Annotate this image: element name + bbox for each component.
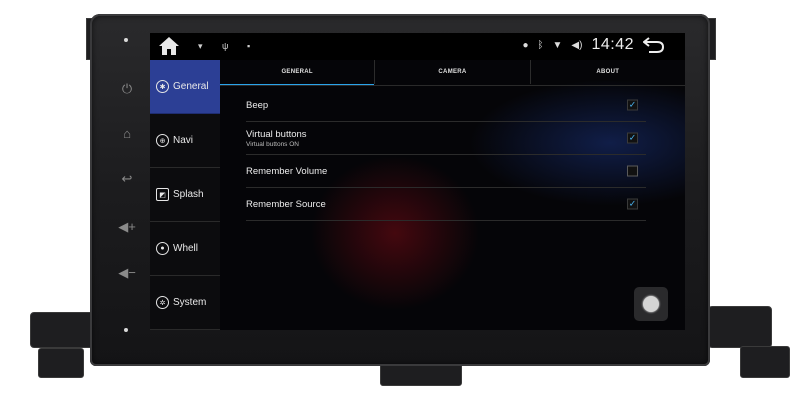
tab-bar: GENERAL CAMERA ABOUT	[220, 60, 685, 86]
assist-dot-icon	[643, 296, 659, 312]
setting-label: Remember Volume	[246, 165, 328, 177]
setting-sublabel: Virtual buttons ON	[246, 140, 299, 148]
sidebar: ✱ General ⊕ Navi ◩ Splash ● Whell ✲ Syst…	[150, 60, 220, 330]
indicator-dot	[124, 38, 128, 42]
sidebar-item-label: Splash	[173, 189, 204, 200]
setting-row-remember-volume[interactable]: Remember Volume	[246, 155, 646, 188]
power-button[interactable]: ⏻	[112, 74, 142, 104]
back-icon[interactable]	[643, 36, 665, 54]
volume-down-button[interactable]: ◀−	[112, 258, 142, 288]
sidebar-item-label: General	[173, 81, 209, 92]
image-icon: ◩	[156, 188, 169, 201]
setting-label: Beep	[246, 99, 269, 111]
sidebar-item-label: Whell	[173, 243, 199, 254]
bluetooth-icon: ᛒ	[537, 39, 544, 51]
gear-icon: ✱	[156, 80, 169, 93]
location-icon: ●	[522, 39, 529, 51]
screen: ▾ ψ ▪ ● ᛒ ▼ ◀) 14:42 ✱ General ⊕ Navi ◩ …	[150, 33, 685, 330]
sidebar-item-general[interactable]: ✱ General	[150, 60, 220, 114]
system-icon: ✲	[156, 296, 169, 309]
volume-icon: ◀)	[571, 39, 583, 51]
floating-assist-button[interactable]	[634, 287, 668, 321]
volume-up-button[interactable]: ◀+	[112, 212, 142, 242]
setting-row-remember-source[interactable]: Remember Source ✓	[246, 188, 646, 221]
indicator-dot	[124, 328, 128, 332]
mount-bracket	[708, 306, 772, 348]
remember-source-checkbox[interactable]: ✓	[627, 198, 638, 210]
wifi-signal-icon: ▾	[198, 41, 203, 51]
sidebar-item-whell[interactable]: ● Whell	[150, 222, 220, 276]
setting-label: Remember Source	[246, 198, 326, 210]
setting-label: Virtual buttons	[246, 128, 307, 140]
settings-list: Beep ✓ Virtual buttons Virtual buttons O…	[246, 89, 646, 221]
remember-volume-checkbox[interactable]	[627, 165, 638, 177]
clock: 14:42	[591, 36, 634, 53]
steering-wheel-icon: ●	[156, 242, 169, 255]
wifi-icon: ▼	[552, 39, 563, 51]
setting-row-beep[interactable]: Beep ✓	[246, 89, 646, 122]
sidebar-item-system[interactable]: ✲ System	[150, 276, 220, 330]
sidebar-item-label: System	[173, 297, 207, 308]
mount-bracket	[38, 348, 84, 378]
hw-home-button[interactable]: ⌂	[112, 118, 142, 148]
hw-back-button[interactable]: ↩	[112, 164, 142, 194]
setting-row-virtual-buttons[interactable]: Virtual buttons Virtual buttons ON ✓	[246, 122, 646, 155]
sidebar-item-navi[interactable]: ⊕ Navi	[150, 114, 220, 168]
usb-icon: ψ	[222, 41, 229, 51]
tab-about[interactable]: ABOUT	[531, 60, 685, 84]
mount-bracket	[740, 346, 790, 378]
beep-checkbox[interactable]: ✓	[627, 99, 638, 111]
sidebar-item-label: Navi	[173, 135, 194, 146]
tab-camera[interactable]: CAMERA	[375, 60, 531, 84]
home-icon[interactable]	[158, 36, 180, 56]
tab-general[interactable]: GENERAL	[220, 60, 376, 86]
notification-icon: ▪	[247, 41, 251, 51]
tab-divider	[220, 85, 685, 86]
status-bar: ▾ ψ ▪ ● ᛒ ▼ ◀) 14:42	[150, 33, 685, 60]
globe-icon: ⊕	[156, 134, 169, 147]
sidebar-item-splash[interactable]: ◩ Splash	[150, 168, 220, 222]
virtual-buttons-checkbox[interactable]: ✓	[627, 132, 638, 144]
